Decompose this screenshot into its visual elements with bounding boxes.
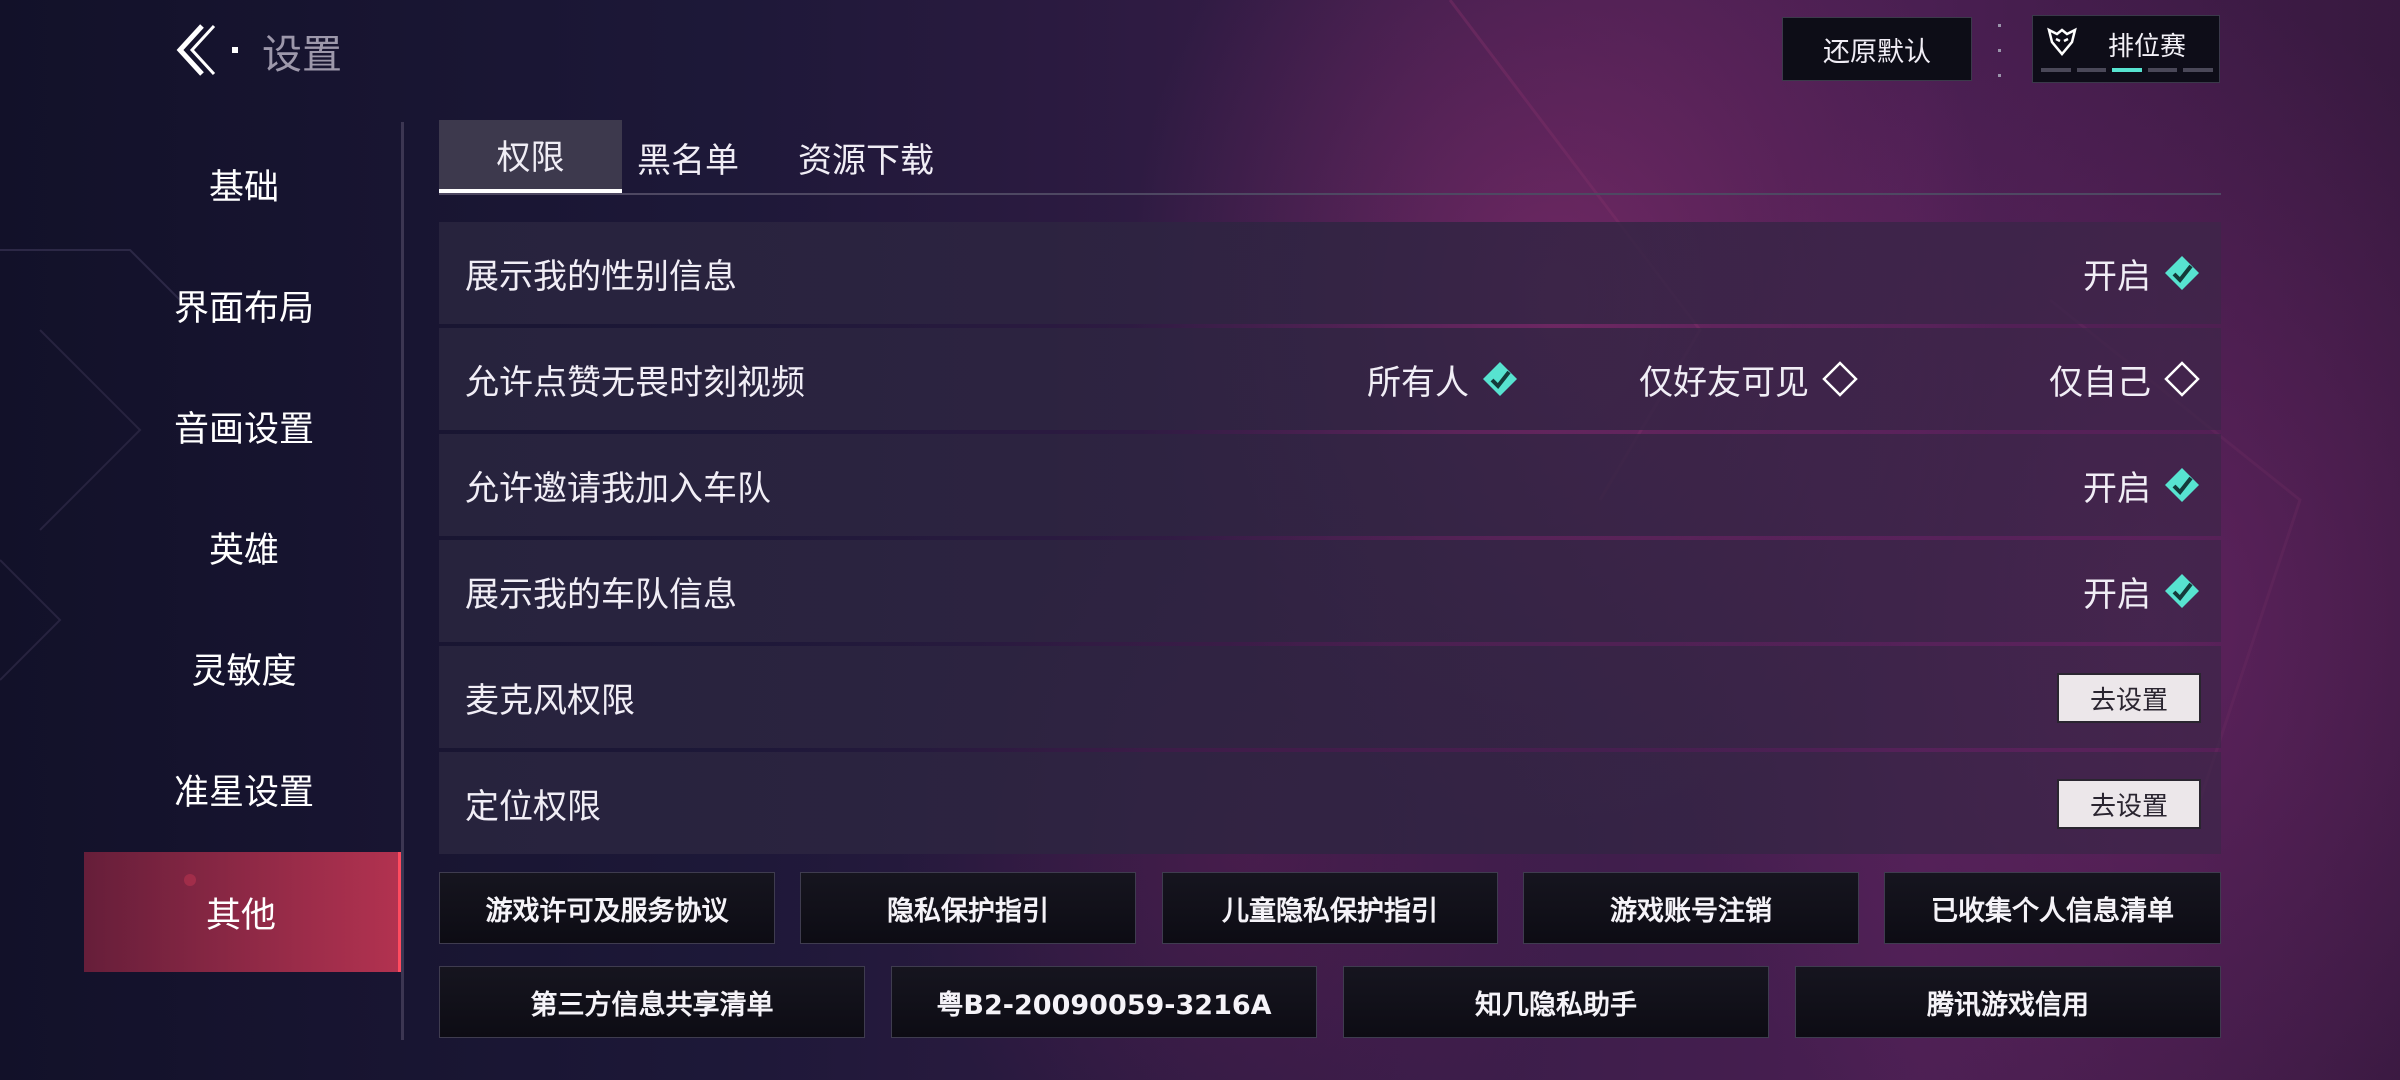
location-settings-button[interactable]: 去设置 <box>2057 779 2201 829</box>
sidebar-item-layout[interactable]: 界面布局 <box>84 245 404 365</box>
sidebar-item-other[interactable]: 其他 <box>84 852 404 972</box>
setting-row-gender: 展示我的性别信息 开启 <box>439 222 2221 324</box>
toggle-team-info[interactable]: 开启 <box>2083 540 2201 642</box>
toggle-value: 开启 <box>2083 256 2151 297</box>
sidebar: 基础 界面布局 音画设置 英雄 灵敏度 准星设置 其他 <box>84 124 404 980</box>
wolf-emblem-icon <box>2047 27 2077 56</box>
child-privacy-policy-button[interactable]: 儿童隐私保护指引 <box>1162 872 1498 944</box>
tab-bar: 权限 黑名单 资源下载 <box>439 120 2221 196</box>
sidebar-item-crosshair[interactable]: 准星设置 <box>84 729 404 849</box>
privacy-policy-button[interactable]: 隐私保护指引 <box>800 872 1136 944</box>
setting-label: 允许邀请我加入车队 <box>465 468 771 509</box>
account-deletion-button[interactable]: 游戏账号注销 <box>1523 872 1859 944</box>
reset-defaults-button[interactable]: 还原默认 <box>1782 17 1972 81</box>
collected-info-list-button[interactable]: 已收集个人信息清单 <box>1884 872 2221 944</box>
tab-resource-download[interactable]: 资源下载 <box>775 120 957 194</box>
setting-label: 麦克风权限 <box>465 680 635 721</box>
divider-dots <box>1998 24 2002 78</box>
rank-segment <box>2183 68 2213 72</box>
sidebar-item-sensitivity[interactable]: 灵敏度 <box>84 608 404 728</box>
microphone-settings-button[interactable]: 去设置 <box>2057 673 2201 723</box>
setting-label: 允许点赞无畏时刻视频 <box>465 362 805 403</box>
option-label: 仅自己 <box>2049 362 2151 403</box>
option-everyone[interactable]: 所有人 <box>1367 328 1519 430</box>
setting-label: 展示我的车队信息 <box>465 574 737 615</box>
page-title: 设置 <box>262 32 342 78</box>
back-button[interactable] <box>172 18 252 82</box>
setting-row-likes: 允许点赞无畏时刻视频 所有人 仅好友可见 仅自己 <box>439 328 2221 430</box>
sidebar-divider <box>401 122 404 1040</box>
tab-underline <box>439 193 2221 195</box>
ranked-mode-badge[interactable]: 排位赛 <box>2032 15 2220 83</box>
third-party-sharing-button[interactable]: 第三方信息共享清单 <box>439 966 865 1038</box>
option-label: 仅好友可见 <box>1639 362 1809 403</box>
tab-blacklist[interactable]: 黑名单 <box>622 120 754 194</box>
toggle-invite[interactable]: 开启 <box>2083 434 2201 536</box>
checked-diamond-icon <box>2165 468 2199 502</box>
checked-diamond-icon <box>1483 362 1517 396</box>
setting-row-team-info: 展示我的车队信息 开启 <box>439 540 2221 642</box>
checked-diamond-icon <box>2165 256 2199 290</box>
unchecked-diamond-icon <box>1822 361 1858 397</box>
sidebar-item-basic[interactable]: 基础 <box>84 124 404 244</box>
tencent-game-credit-button[interactable]: 腾讯游戏信用 <box>1795 966 2221 1038</box>
toggle-gender[interactable]: 开启 <box>2083 222 2201 324</box>
toggle-value: 开启 <box>2083 468 2151 509</box>
rank-segment <box>2076 68 2107 72</box>
sidebar-item-audio-video[interactable]: 音画设置 <box>84 366 404 486</box>
ranked-mode-label: 排位赛 <box>2108 32 2187 62</box>
setting-row-microphone: 麦克风权限 去设置 <box>439 646 2221 748</box>
privacy-assistant-button[interactable]: 知几隐私助手 <box>1343 966 1769 1038</box>
toggle-value: 开启 <box>2083 574 2151 615</box>
setting-label: 定位权限 <box>465 786 601 827</box>
setting-row-invite: 允许邀请我加入车队 开启 <box>439 434 2221 536</box>
setting-label: 展示我的性别信息 <box>465 256 737 297</box>
option-only-me[interactable]: 仅自己 <box>2049 328 2201 430</box>
option-friends-only[interactable]: 仅好友可见 <box>1639 328 1859 430</box>
back-arrow-icon <box>176 24 238 76</box>
tab-permissions[interactable]: 权限 <box>439 120 622 194</box>
checked-diamond-icon <box>2165 574 2199 608</box>
icp-license-button[interactable]: 粤B2-20090059-3216A <box>891 966 1317 1038</box>
rank-segment <box>2041 68 2071 72</box>
rank-progress-bar <box>2041 68 2213 74</box>
option-label: 所有人 <box>1367 362 1469 403</box>
license-agreement-button[interactable]: 游戏许可及服务协议 <box>439 872 775 944</box>
unchecked-diamond-icon <box>2164 361 2200 397</box>
rank-segment <box>2112 68 2142 72</box>
setting-row-location: 定位权限 去设置 <box>439 752 2221 854</box>
rank-segment <box>2147 68 2178 72</box>
sidebar-item-heroes[interactable]: 英雄 <box>84 487 404 607</box>
header: 设置 还原默认 排位赛 <box>0 0 2400 100</box>
